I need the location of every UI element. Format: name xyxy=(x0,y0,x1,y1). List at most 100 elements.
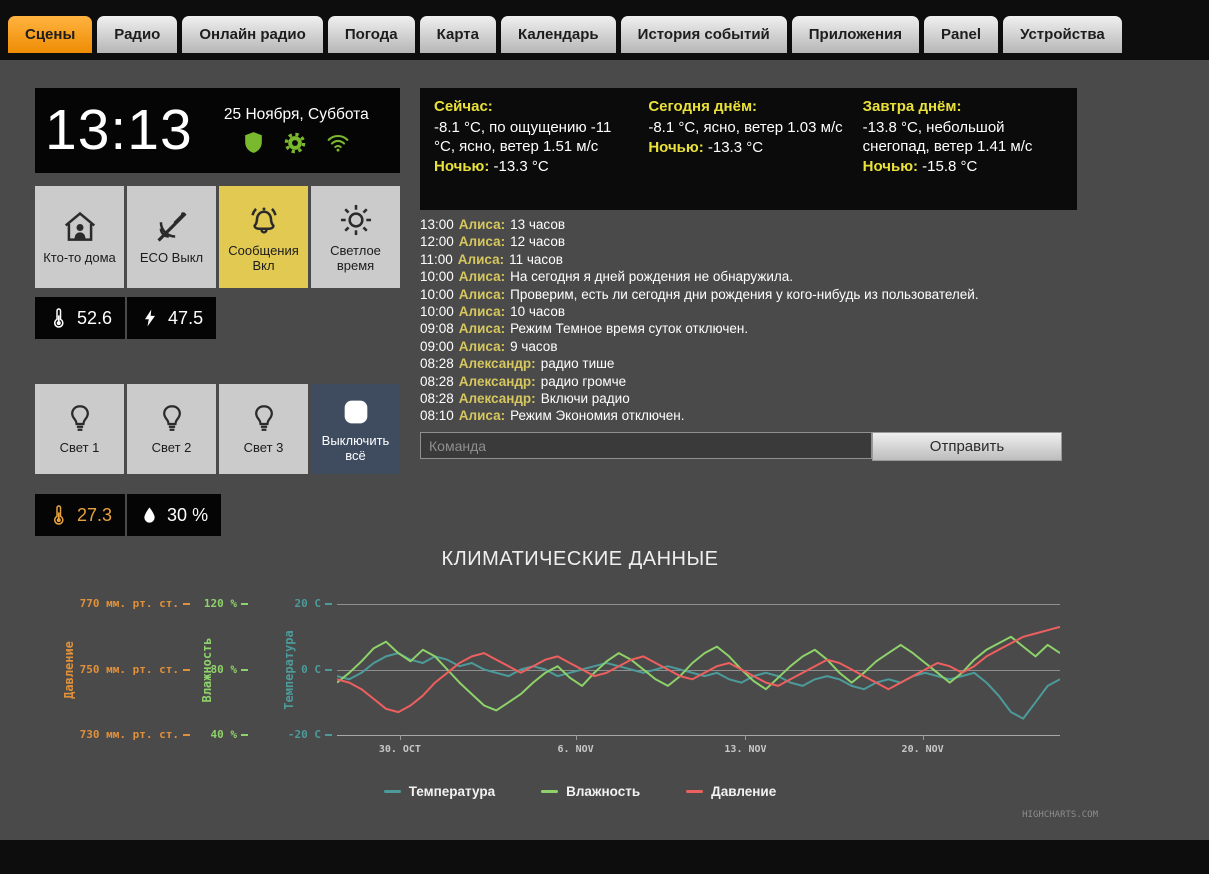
log-entry: 12:00Алиса:12 часов xyxy=(420,233,1082,250)
log-message: 13 часов xyxy=(510,217,565,232)
scene-button[interactable]: ECO Выкл xyxy=(127,186,216,288)
tab[interactable]: Карта xyxy=(420,16,496,53)
light-button-label: Выключить всё xyxy=(313,434,398,464)
tick-mark xyxy=(241,669,248,671)
highcharts-credits[interactable]: highcharts.com xyxy=(1022,810,1098,820)
sensor-reading: 47.5 xyxy=(168,308,203,329)
log-entry: 08:28Александр:радио тише xyxy=(420,355,1082,372)
weather-column-title: Сегодня днём: xyxy=(648,98,848,115)
log-message: 12 часов xyxy=(510,234,565,249)
x-axis-label: 20. Nov xyxy=(878,744,968,755)
sensor-reading: 27.3 xyxy=(77,505,112,526)
legend-label: Влажность xyxy=(566,784,640,799)
clock-date: 25 Ноября, Суббота xyxy=(224,106,369,124)
sensor-value: 30 % xyxy=(127,494,221,536)
weather-night: Ночью: -15.8 °C xyxy=(863,158,1063,175)
sensor-value: 52.6 xyxy=(35,297,125,339)
weather-night: Ночью: -13.3 °C xyxy=(648,139,848,156)
clock-time: 13:13 xyxy=(35,88,193,173)
log-message: радио тише xyxy=(541,356,615,371)
legend-swatch xyxy=(541,790,558,793)
log-time: 09:00 xyxy=(420,339,454,354)
tab[interactable]: История событий xyxy=(621,16,787,53)
scene-button[interactable]: Сообщения Вкл xyxy=(219,186,308,288)
light-button[interactable]: Выключить всё xyxy=(311,384,400,474)
log-time: 12:00 xyxy=(420,234,454,249)
scene-button-label: Кто-то дома xyxy=(43,251,116,266)
tick-mark xyxy=(325,603,332,605)
scene-button[interactable]: Светлое время xyxy=(311,186,400,288)
bottom-bar xyxy=(0,840,1209,874)
thermometer-icon xyxy=(48,503,69,528)
log-entry: 10:00Алиса:Проверим, есть ли сегодня дни… xyxy=(420,286,1082,303)
log-entry: 13:00Алиса:13 часов xyxy=(420,216,1082,233)
log-user: Александр: xyxy=(459,391,536,406)
command-input[interactable] xyxy=(420,432,872,459)
send-button[interactable]: Отправить xyxy=(872,432,1062,461)
log-user: Александр: xyxy=(459,374,536,389)
log-time: 11:00 xyxy=(420,252,453,267)
wifi-icon[interactable] xyxy=(324,130,352,155)
weather-column: Сейчас:-8.1 °C, по ощущению -11 °C, ясно… xyxy=(434,98,634,200)
tab[interactable]: Календарь xyxy=(501,16,616,53)
tick-text: 730 мм. рт. ст. xyxy=(80,728,179,741)
tab[interactable]: Сцены xyxy=(8,16,92,53)
bulb-icon xyxy=(247,402,281,436)
lightning-icon xyxy=(140,306,160,330)
log-message: Режим Экономия отключен. xyxy=(510,408,684,423)
light-button[interactable]: Свет 1 xyxy=(35,384,124,474)
scene-button[interactable]: Кто-то дома xyxy=(35,186,124,288)
chart-legend: Температура Влажность Давление xyxy=(60,784,1100,799)
tick-mark xyxy=(241,734,248,736)
sensor-reading: 30 % xyxy=(167,505,208,526)
tick-text: 750 мм. рт. ст. xyxy=(80,663,179,676)
tab[interactable]: Онлайн радио xyxy=(182,16,322,53)
light-button[interactable]: Свет 2 xyxy=(127,384,216,474)
clock-widget: 13:13 25 Ноября, Суббота xyxy=(35,88,400,173)
log-time: 10:00 xyxy=(420,269,454,284)
log-entry: 08:28Александр:радио громче xyxy=(420,373,1082,390)
log-time: 10:00 xyxy=(420,287,454,302)
weather-night-value: -13.3 °C xyxy=(489,158,548,175)
tab[interactable]: Погода xyxy=(328,16,415,53)
legend-item[interactable]: Температура xyxy=(384,784,495,799)
bell-icon xyxy=(245,201,283,239)
climate-chart-section: КЛИМАТИЧЕСКИЕ ДАННЫЕ highcharts.com Давл… xyxy=(60,548,1100,840)
tick-mark xyxy=(325,669,332,671)
log-message: Проверим, есть ли сегодня дни рождения у… xyxy=(510,287,978,302)
legend-item[interactable]: Давление xyxy=(686,784,776,799)
log-time: 13:00 xyxy=(420,217,454,232)
log-message: Включи радио xyxy=(541,391,630,406)
tab[interactable]: Радио xyxy=(97,16,177,53)
log-entry: 09:00Алиса:9 часов xyxy=(420,338,1082,355)
gear-icon[interactable] xyxy=(282,130,308,156)
y-axis-tick-label: 40 % xyxy=(168,728,248,741)
legend-item[interactable]: Влажность xyxy=(541,784,640,799)
tab-strip: СценыРадиоОнлайн радиоПогодаКартаКаленда… xyxy=(8,16,1122,53)
tab[interactable]: Приложения xyxy=(792,16,919,53)
tick-text: 20 C xyxy=(295,597,322,610)
x-axis-label: 30. Oct xyxy=(355,744,445,755)
tab[interactable]: Устройства xyxy=(1003,16,1122,53)
x-axis-label: 6. Nov xyxy=(531,744,621,755)
log-user: Алиса: xyxy=(459,408,505,423)
clock-right: 25 Ноября, Суббота xyxy=(193,88,400,173)
clock-status-icons xyxy=(241,130,352,156)
weather-column-title: Завтра днём: xyxy=(863,98,1063,115)
light-button[interactable]: Свет 3 xyxy=(219,384,308,474)
log-entry: 08:10Алиса:Режим Экономия отключен. xyxy=(420,407,1082,424)
weather-night-value: -13.3 °C xyxy=(704,139,763,156)
x-axis-tick xyxy=(745,735,746,740)
bulb-icon xyxy=(155,402,189,436)
eco-shield-icon[interactable] xyxy=(241,130,266,155)
scene-button-label: ECO Выкл xyxy=(140,251,203,266)
log-message: 10 часов xyxy=(510,304,565,319)
weather-night-label: Ночью: xyxy=(863,158,918,175)
log-user: Алиса: xyxy=(458,252,504,267)
log-message: 9 часов xyxy=(510,339,557,354)
tab[interactable]: Panel xyxy=(924,16,998,53)
tick-mark xyxy=(241,603,248,605)
drop-icon xyxy=(140,503,159,527)
log-entry: 09:08Алиса:Режим Темное время суток откл… xyxy=(420,320,1082,337)
weather-forecast-text: -8.1 °C, по ощущению -11 °C, ясно, ветер… xyxy=(434,118,634,156)
